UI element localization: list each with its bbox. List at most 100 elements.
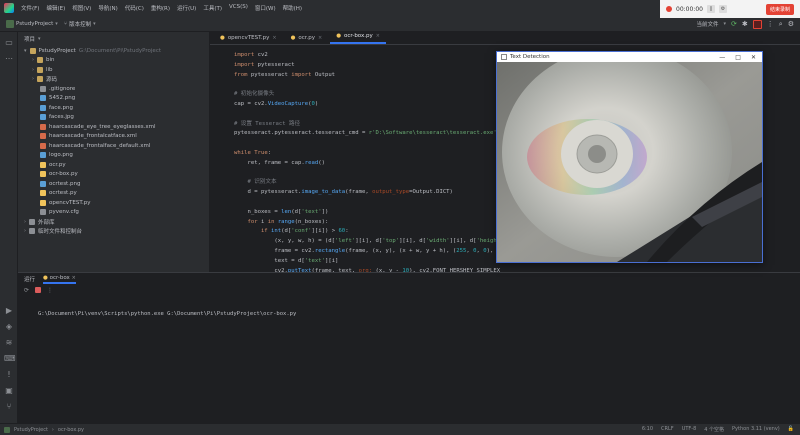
chevron-down-icon[interactable]: ▾ [38,36,41,42]
rerun-icon[interactable]: ⟳ [731,20,737,28]
window-controls: — □ ✕ [719,54,762,61]
tree-item[interactable]: › 源码 [18,75,209,85]
text-detection-window[interactable]: Text Detection — □ ✕ [496,51,763,263]
editor-tab[interactable]: ● ocr.py × [285,33,329,44]
code-token: (x, y, w, h) = (d[ [234,238,336,245]
tree-item[interactable]: ocr.py [18,160,209,170]
tree-root[interactable]: ▾ PstudyProject G:\Document\Pi\PstudyProje… [18,46,209,56]
tree-item-label: ocr-box.py [49,171,78,178]
code-token: (d[ [281,228,292,235]
project-switcher[interactable]: PstudyProject ▾ [6,19,58,28]
layers-icon[interactable]: ≋ [4,338,14,348]
python-packages-icon[interactable]: ◈ [4,322,14,332]
more-icon[interactable]: ⋮ [767,20,774,28]
status-bar: PstudyProject › ocr-box.py 6:10 CRLF UTF… [0,423,800,435]
tree-item[interactable]: › bin [18,56,209,66]
tree-item[interactable]: ocrtest.py [18,189,209,199]
tree-item[interactable]: haarcascade_frontalface_default.xml [18,141,209,151]
stop-icon[interactable] [752,19,762,29]
tree-item-label: bin [46,57,55,64]
editor-gutter [210,46,232,272]
python-interpreter[interactable]: Python 3.11 (venv) [732,426,780,433]
editor-tab[interactable]: ● opencvTEST.py × [214,33,283,44]
breadcrumb-file[interactable]: ocr-box.py [58,427,84,433]
run-config-selector[interactable]: 当前文件 [697,20,719,28]
folder-icon [37,76,43,83]
run-panel-tabs: 运行 ● ocr-box × [18,273,800,285]
stop-icon[interactable] [35,287,42,293]
indent-setting[interactable]: 4 个空格 [704,426,724,433]
run-tool-icon[interactable]: ▶ [4,306,14,316]
chevron-down-icon: ▾ [93,20,96,27]
external-libraries-label: 外部库 [38,219,55,226]
menu-item[interactable]: 文件(F) [21,4,39,12]
more-icon[interactable]: ⋮ [47,287,53,294]
stop-recording-button[interactable]: 结束录制 [765,3,794,15]
code-token: 'width' [426,238,450,245]
code-token: import [291,71,315,78]
menu-item[interactable]: 运行(U) [177,4,196,12]
menu-item[interactable]: 重构(R) [151,4,170,12]
tree-item[interactable]: ocrtest.png [18,179,209,189]
tree-item[interactable]: .gitignore [18,84,209,94]
search-everywhere-icon[interactable]: ⌕ [779,20,783,29]
code-token: 'conf' [291,228,312,235]
menu-item[interactable]: 窗口(W) [255,4,276,12]
image-file-icon [40,104,46,111]
python-console-icon[interactable]: ⌨ [4,354,16,364]
settings-gear-icon[interactable]: ⚙ [788,20,794,28]
menu-item[interactable]: 帮助(H) [283,4,302,12]
python-file-icon [40,190,46,197]
maximize-icon[interactable]: □ [735,54,741,61]
tree-item[interactable]: pyvenv.cfg [18,208,209,218]
run-tab-ocr-box[interactable]: ● ocr-box × [43,275,76,284]
tree-item[interactable]: opencvTEST.py [18,198,209,208]
close-icon[interactable]: × [272,35,276,41]
tree-item[interactable]: ocr-box.py [18,170,209,180]
menu-item[interactable]: 导航(N) [98,4,117,12]
problems-icon[interactable]: ! [4,370,14,380]
python-file-icon: ● [220,35,225,41]
tree-item[interactable]: haarcascade_eye_tree_eyeglasses.xml [18,122,209,132]
tree-item[interactable]: haarcascade_frontalcatface.xml [18,132,209,142]
tree-item[interactable]: › lib [18,65,209,75]
caret-position[interactable]: 6:10 [642,426,653,433]
tree-scratches[interactable]: › 临时文件和控制台 [18,227,209,237]
vcs-widget[interactable]: ⑂ 版本控制 ▾ [64,20,96,28]
structure-tool-icon[interactable]: ⋯ [4,54,14,64]
xml-file-icon [40,133,46,140]
line-separator[interactable]: CRLF [661,426,674,433]
tree-item[interactable]: faces.jpg [18,113,209,123]
menu-item[interactable]: 编辑(E) [46,4,65,12]
file-encoding[interactable]: UTF-8 [682,426,697,433]
debug-icon[interactable]: ✱ [742,20,748,28]
breadcrumb-project[interactable]: PstudyProject [14,427,48,433]
close-icon[interactable]: ✕ [751,54,756,61]
lock-icon[interactable]: 🔓 [788,426,794,433]
menu-item[interactable]: VCS(S) [229,4,248,12]
menu-item[interactable]: 工具(T) [203,4,222,12]
minimize-icon[interactable]: — [719,54,725,61]
project-tool-icon[interactable]: ▭ [4,38,14,48]
python-file-icon: ● [290,35,296,41]
git-icon[interactable]: ⑂ [4,402,14,412]
library-icon [29,218,35,225]
close-icon[interactable]: × [72,275,76,281]
tree-external-libraries[interactable]: › 外部库 [18,217,209,227]
menu-item[interactable]: 视图(V) [72,4,91,12]
code-token: # 识别文本 [234,179,277,186]
screen-recorder-bar: 00:00:00 ∥ ⚙ 结束录制 [660,0,800,18]
tree-item[interactable]: face.png [18,103,209,113]
close-icon[interactable]: × [318,35,322,41]
close-icon[interactable]: × [376,33,380,39]
menu-item[interactable]: 代码(C) [125,4,144,12]
pause-icon[interactable]: ∥ [706,5,715,13]
code-token: import [234,52,258,58]
editor-tab[interactable]: ● ocr-box.py × [330,31,386,44]
settings-icon[interactable]: ⚙ [718,5,727,13]
terminal-icon[interactable]: ▣ [4,386,14,396]
rerun-icon[interactable]: ⟳ [24,287,29,294]
tree-item[interactable]: logo.png [18,151,209,161]
tree-item[interactable]: 5452.png [18,94,209,104]
window-titlebar[interactable]: Text Detection — □ ✕ [497,52,762,62]
